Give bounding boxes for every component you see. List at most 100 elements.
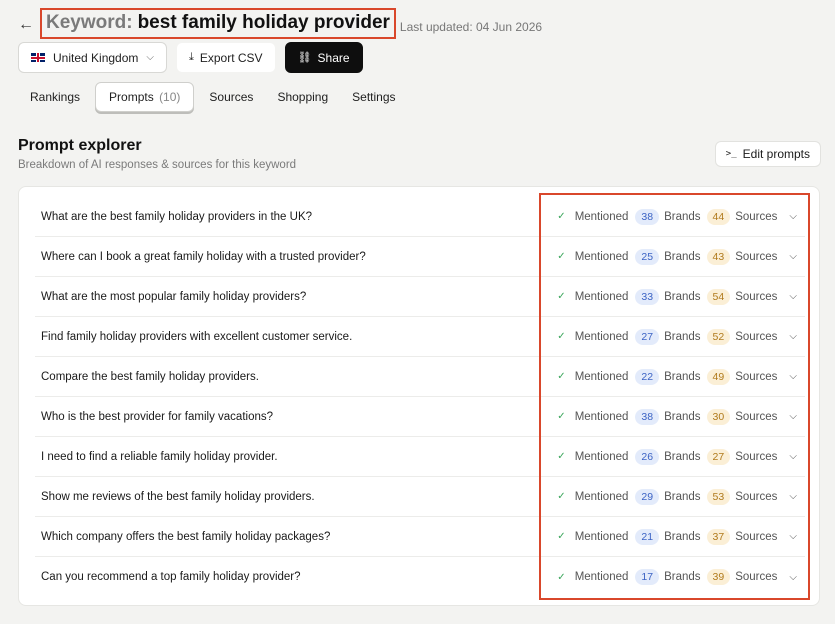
sources-label: Sources: [735, 290, 778, 303]
keyword-title-box: Keyword: best family holiday provider: [40, 8, 396, 39]
tab-prompts[interactable]: Prompts (10): [95, 82, 195, 112]
tab-label: Shopping: [277, 90, 329, 104]
chevron-down-icon[interactable]: ⌵: [789, 211, 797, 222]
sources-count: 37: [706, 528, 731, 545]
mentioned-label: Mentioned: [574, 571, 629, 583]
sources-count: 39: [706, 569, 731, 585]
export-csv-button[interactable]: ⤓ Export CSV: [175, 42, 276, 73]
tab-label: Rankings: [30, 90, 81, 104]
chevron-down-icon[interactable]: ⌵: [789, 331, 797, 342]
country-label: United Kingdom: [53, 50, 139, 65]
prompt-meta: ✓ Mentioned 25 Brands 43 Sources ⌵: [557, 248, 797, 265]
check-icon: ✓: [557, 371, 566, 382]
check-icon: ✓: [557, 571, 566, 583]
edit-prompts-button[interactable]: >_ Edit prompts: [714, 141, 821, 167]
brands-label: Brands: [664, 250, 701, 263]
sources-label: Sources: [735, 370, 778, 383]
brands-label: Brands: [664, 530, 701, 543]
prompt-text: What are the most popular family holiday…: [41, 290, 307, 303]
sources-label: Sources: [735, 410, 778, 423]
check-icon: ✓: [557, 211, 566, 222]
prompt-row[interactable]: Find family holiday providers with excel…: [35, 317, 805, 357]
brands-label: Brands: [664, 410, 701, 423]
chevron-down-icon[interactable]: ⌵: [789, 251, 797, 262]
brands-count: 22: [635, 368, 660, 385]
mentioned-label: Mentioned: [574, 410, 629, 423]
prompt-row[interactable]: Where can I book a great family holiday …: [35, 237, 805, 277]
tab-sources[interactable]: Sources: [197, 82, 265, 112]
prompt-meta: ✓ Mentioned 27 Brands 52 Sources ⌵: [557, 328, 797, 345]
chevron-down-icon[interactable]: ⌵: [789, 451, 797, 462]
share-label: Share: [317, 50, 350, 65]
prompt-text: Show me reviews of the best family holid…: [41, 490, 315, 503]
sources-count: 27: [706, 448, 731, 465]
prompt-row[interactable]: Who is the best provider for family vaca…: [35, 397, 805, 437]
check-icon: ✓: [557, 531, 566, 542]
share-button[interactable]: ⛓ Share: [284, 42, 363, 73]
chevron-down-icon[interactable]: ⌵: [789, 531, 797, 542]
sources-label: Sources: [735, 250, 778, 263]
prompt-row[interactable]: Can you recommend a top family holiday p…: [35, 557, 805, 597]
sources-label: Sources: [735, 490, 778, 503]
prompt-row[interactable]: What are the most popular family holiday…: [35, 277, 805, 317]
brands-count: 33: [635, 288, 660, 305]
prompt-meta: ✓ Mentioned 29 Brands 53 Sources ⌵: [557, 488, 797, 505]
brands-count: 38: [635, 208, 660, 225]
sources-count: 43: [706, 248, 731, 265]
arrow-left-icon[interactable]: ←: [18, 16, 34, 34]
section-subtitle: Breakdown of AI responses & sources for …: [18, 159, 297, 171]
prompt-text: What are the best family holiday provide…: [41, 210, 313, 223]
keyword-title: best family holiday provider: [137, 12, 390, 33]
mentioned-label: Mentioned: [574, 450, 629, 463]
prompt-row[interactable]: Compare the best family holiday provider…: [35, 357, 805, 397]
prompt-meta: ✓ Mentioned 38 Brands 30 Sources ⌵: [557, 408, 797, 425]
edit-prompts-label: Edit prompts: [742, 147, 810, 161]
sources-label: Sources: [735, 210, 778, 223]
prompt-row[interactable]: What are the best family holiday provide…: [35, 197, 805, 237]
brands-label: Brands: [664, 210, 701, 223]
brands-label: Brands: [664, 330, 701, 343]
tab-label: Sources: [209, 90, 254, 104]
brands-label: Brands: [664, 370, 701, 383]
sources-count: 53: [706, 488, 731, 505]
chevron-down-icon[interactable]: ⌵: [789, 411, 797, 422]
sources-count: 54: [706, 288, 731, 305]
check-icon: ✓: [557, 331, 566, 342]
chevron-down-icon: ⌵: [146, 52, 154, 63]
mentioned-label: Mentioned: [574, 370, 629, 383]
chevron-down-icon[interactable]: ⌵: [789, 291, 797, 302]
prompt-text: Where can I book a great family holiday …: [41, 250, 366, 263]
brands-label: Brands: [664, 450, 701, 463]
chevron-down-icon[interactable]: ⌵: [789, 572, 797, 583]
sources-count: 49: [706, 368, 731, 385]
prompt-row[interactable]: I need to find a reliable family holiday…: [35, 437, 805, 477]
tab-rankings[interactable]: Rankings: [18, 82, 92, 112]
prompt-text: Can you recommend a top family holiday p…: [41, 571, 301, 583]
prompt-row[interactable]: Show me reviews of the best family holid…: [35, 477, 805, 517]
tab-label: Prompts: [109, 90, 154, 104]
keyword-title-prefix: Keyword:: [46, 12, 133, 33]
prompt-text: Find family holiday providers with excel…: [41, 330, 353, 343]
mentioned-label: Mentioned: [574, 330, 629, 343]
chevron-down-icon[interactable]: ⌵: [789, 371, 797, 382]
sources-label: Sources: [735, 571, 778, 583]
check-icon: ✓: [557, 291, 566, 302]
chevron-down-icon[interactable]: ⌵: [789, 491, 797, 502]
brands-count: 27: [635, 328, 660, 345]
tab-shopping[interactable]: Shopping: [265, 82, 340, 112]
link-icon: ⛓: [297, 52, 312, 64]
brands-count: 29: [635, 488, 660, 505]
prompt-row[interactable]: Which company offers the best family hol…: [35, 517, 805, 557]
tab-settings[interactable]: Settings: [340, 82, 407, 112]
sources-label: Sources: [735, 450, 778, 463]
terminal-icon: >_: [725, 149, 737, 159]
prompt-meta: ✓ Mentioned 33 Brands 54 Sources ⌵: [557, 288, 797, 305]
country-select[interactable]: United Kingdom ⌵: [18, 42, 167, 73]
last-updated: Last updated: 04 Jun 2026: [399, 19, 543, 34]
mentioned-label: Mentioned: [574, 210, 629, 223]
prompt-text: Compare the best family holiday provider…: [41, 370, 259, 383]
brands-label: Brands: [664, 490, 701, 503]
toolbar: United Kingdom ⌵ ⤓ Export CSV ⛓ Share: [18, 42, 363, 73]
page-header: ← Keyword: best family holiday provider …: [18, 8, 542, 39]
prompt-meta: ✓ Mentioned 38 Brands 44 Sources ⌵: [557, 208, 797, 225]
